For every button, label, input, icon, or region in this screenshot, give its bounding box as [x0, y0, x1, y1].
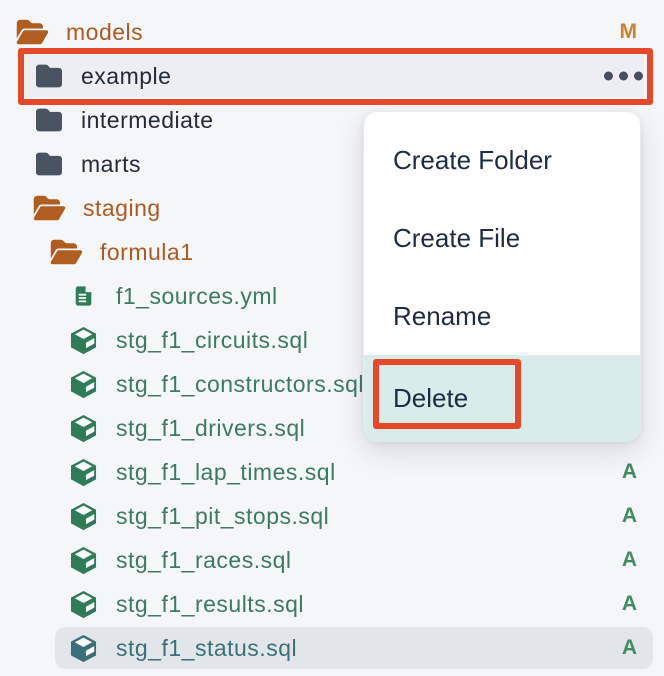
tree-item-label: stg_f1_lap_times.sql	[116, 459, 336, 486]
tree-row-stg_f1_results-sql[interactable]: stg_f1_results.sql A	[0, 582, 664, 626]
file-status-badge: A	[622, 636, 637, 660]
model-cube-icon	[68, 369, 99, 400]
file-status-badge: A	[622, 460, 637, 484]
tree-item-label: formula1	[100, 239, 193, 266]
model-cube-icon	[68, 501, 99, 532]
model-cube-icon	[68, 633, 99, 664]
menu-item-label: Rename	[393, 301, 491, 332]
folder-open-icon	[50, 238, 83, 266]
tree-item-label: stg_f1_results.sql	[116, 591, 304, 618]
model-cube-icon	[68, 325, 99, 356]
model-cube-icon	[68, 457, 99, 488]
tree-item-label: models	[66, 19, 143, 46]
model-cube-icon	[68, 545, 99, 576]
menu-item-create-folder[interactable]: Create Folder	[364, 121, 640, 199]
folder-closed-icon	[33, 107, 64, 133]
menu-item-label: Delete	[393, 383, 468, 414]
menu-item-label: Create File	[393, 223, 520, 254]
menu-item-label: Create Folder	[393, 145, 552, 176]
file-status-badge: M	[620, 20, 638, 44]
tree-item-label: stg_f1_circuits.sql	[116, 327, 308, 354]
tree-row-stg_f1_pit_stops-sql[interactable]: stg_f1_pit_stops.sql A	[0, 494, 664, 538]
tree-item-label: stg_f1_drivers.sql	[116, 415, 305, 442]
tree-item-label: intermediate	[81, 107, 214, 134]
tree-row-stg_f1_status-sql[interactable]: stg_f1_status.sql A	[0, 626, 664, 670]
model-cube-icon	[68, 413, 99, 444]
tree-item-label: f1_sources.yml	[116, 283, 278, 310]
file-status-badge: A	[622, 592, 637, 616]
folder-open-icon	[33, 194, 66, 222]
folder-closed-icon	[33, 151, 64, 177]
tree-item-label: stg_f1_status.sql	[116, 635, 297, 662]
tree-item-label: marts	[81, 151, 141, 178]
tree-row-example[interactable]: example	[0, 54, 664, 98]
context-menu: Create Folder Create File Rename Delete	[363, 111, 641, 441]
folder-open-icon	[16, 18, 49, 46]
tree-item-label: stg_f1_constructors.sql	[116, 371, 364, 398]
tree-row-stg_f1_races-sql[interactable]: stg_f1_races.sql A	[0, 538, 664, 582]
menu-item-create-file[interactable]: Create File	[364, 199, 640, 277]
tree-item-label: stg_f1_races.sql	[116, 547, 291, 574]
file-yml-icon	[68, 282, 99, 310]
row-actions-ellipsis-icon[interactable]	[604, 72, 643, 81]
file-status-badge: A	[622, 504, 637, 528]
tree-item-label: example	[81, 63, 171, 90]
folder-closed-icon	[33, 63, 64, 89]
file-status-badge: A	[622, 548, 637, 572]
tree-row-models[interactable]: models M	[0, 10, 664, 54]
menu-item-delete[interactable]: Delete	[364, 355, 640, 442]
file-explorer: models Mexample intermediate marts staging fo…	[0, 0, 664, 676]
tree-item-label: stg_f1_pit_stops.sql	[116, 503, 329, 530]
tree-row-stg_f1_lap_times-sql[interactable]: stg_f1_lap_times.sql A	[0, 450, 664, 494]
tree-item-label: staging	[83, 195, 161, 222]
model-cube-icon	[68, 589, 99, 620]
menu-item-rename[interactable]: Rename	[364, 277, 640, 355]
